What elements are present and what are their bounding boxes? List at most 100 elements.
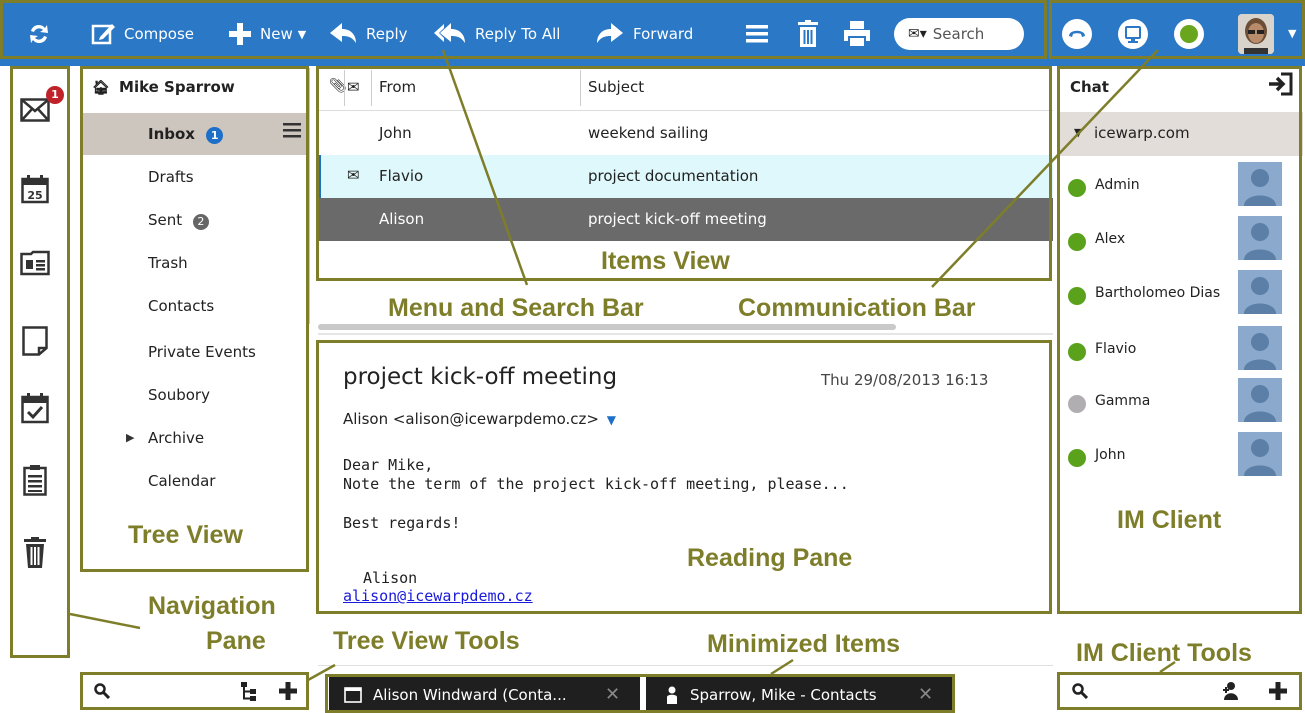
chat-search-button[interactable] (1072, 683, 1089, 703)
search-input[interactable]: ✉▾ Search (894, 18, 1024, 50)
tree-add-button[interactable] (278, 681, 298, 705)
notes-nav-button[interactable] (22, 326, 48, 360)
forward-icon (597, 23, 623, 43)
delete-button[interactable] (797, 19, 819, 49)
tree-item-private-events[interactable]: Private Events (148, 343, 256, 361)
calendar-icon: 25 (21, 175, 49, 204)
tasks-nav-button[interactable] (21, 392, 49, 428)
minimized-item[interactable]: Alison Windward (Conta... ✕ (329, 676, 640, 713)
tree-item-soubory[interactable]: Soubory (148, 386, 210, 404)
folder-menu-icon[interactable] (283, 122, 301, 142)
signature-name: Alison (363, 569, 418, 587)
column-header-subject[interactable]: Subject (588, 78, 644, 96)
contact-avatar (1238, 270, 1282, 314)
expand-arrow-icon[interactable]: ▶ (126, 431, 134, 444)
chat-contact[interactable]: Flavio (1058, 324, 1303, 374)
row-from: Flavio (379, 167, 424, 185)
contact-name: Alex (1095, 231, 1126, 247)
print-button[interactable] (843, 19, 871, 49)
tree-item-trash[interactable]: Trash (148, 254, 188, 272)
tree-item-archive[interactable]: Archive (148, 429, 204, 447)
close-icon[interactable]: ✕ (605, 684, 620, 705)
table-row[interactable]: John weekend sailing (318, 112, 1053, 155)
minimized-divider (318, 665, 1053, 666)
tree-structure-button[interactable] (240, 681, 258, 705)
menu-and-search-bar: Compose New ▼ Reply Reply To All Forward (0, 0, 1305, 66)
phone-button[interactable] (1062, 19, 1092, 49)
avatar[interactable] (1238, 14, 1274, 54)
signature-email-link[interactable]: alison@icewarpdemo.cz (343, 587, 533, 605)
contact-avatar (1238, 432, 1282, 476)
column-header-from[interactable]: From (379, 78, 416, 96)
chat-contact[interactable]: Admin (1058, 160, 1303, 210)
items-header (318, 66, 1053, 111)
mail-scope-icon[interactable]: ✉▾ (908, 26, 927, 42)
new-button[interactable]: New ▼ (228, 19, 306, 49)
chat-contact[interactable]: Alex (1058, 214, 1303, 264)
contact-name: Admin (1095, 177, 1140, 193)
online-status-icon (1068, 343, 1086, 361)
close-icon[interactable]: ✕ (918, 684, 933, 705)
unread-mail-icon: ✉ (347, 166, 360, 184)
screen-share-button[interactable] (1118, 19, 1148, 49)
mail-badge: 1 (46, 86, 64, 104)
refresh-button[interactable] (26, 19, 52, 49)
tree-account[interactable]: 🏠︎ Mike Sparrow (92, 78, 235, 96)
row-from: John (379, 124, 412, 142)
tree-scrollbar[interactable] (307, 68, 310, 324)
tree-item-inbox[interactable]: Inbox 1 (148, 125, 224, 144)
tree-item-calendar[interactable]: Calendar (148, 472, 215, 490)
message-sender[interactable]: Alison <alison@icewarpdemo.cz> ▼ (343, 410, 616, 428)
annotation-im-client: IM Client (1117, 506, 1222, 534)
contacts-nav-button[interactable] (20, 250, 50, 280)
tree-view-tools (80, 674, 308, 709)
notes-icon (22, 326, 48, 356)
chat-add-button[interactable] (1268, 681, 1288, 705)
add-contact-button[interactable] (1222, 681, 1242, 705)
online-status-icon (1068, 233, 1086, 251)
journal-nav-button[interactable] (23, 464, 47, 500)
plus-icon (279, 682, 297, 700)
column-divider (371, 70, 372, 106)
chat-logout-button[interactable] (1267, 72, 1293, 100)
tree-item-label: Drafts (148, 168, 194, 186)
status-icon (1180, 25, 1198, 43)
chat-contact[interactable]: Bartholomeo Dias (1058, 268, 1303, 318)
items-horizontal-scrollbar[interactable] (318, 324, 896, 330)
chevron-down-icon[interactable]: ▼ (607, 413, 616, 427)
calendar-nav-button[interactable]: 25 (21, 174, 49, 208)
tree-item-label: Calendar (148, 472, 216, 490)
chat-group-name: icewarp.com (1094, 124, 1190, 142)
chat-group-header[interactable]: ▼ icewarp.com (1058, 112, 1303, 156)
status-button[interactable] (1174, 19, 1204, 49)
table-row-selected[interactable]: Alison project kick-off meeting (318, 198, 1053, 241)
contact-avatar (1238, 162, 1282, 206)
inbox-badge: 1 (206, 127, 224, 144)
forward-label: Forward (633, 25, 694, 43)
tree-item-drafts[interactable]: Drafts (148, 168, 194, 186)
tree-search-button[interactable] (94, 683, 111, 703)
menu-button[interactable] (745, 19, 769, 49)
pane-divider[interactable] (318, 333, 1053, 335)
chat-contact[interactable]: Gamma (1058, 376, 1303, 426)
reply-button[interactable]: Reply (328, 19, 408, 49)
trash-nav-button[interactable] (23, 537, 47, 573)
tree-item-sent[interactable]: Sent 2 (148, 211, 209, 230)
column-divider (580, 70, 581, 106)
mail-nav-button[interactable]: 1 (20, 86, 64, 126)
compose-button[interactable]: Compose (90, 19, 194, 49)
chat-contact[interactable]: John (1058, 430, 1303, 480)
tree-item-label: Archive (148, 429, 205, 447)
row-subject: project documentation (588, 167, 759, 185)
table-row[interactable]: ✉ Flavio project documentation (318, 155, 1053, 198)
contacts-icon (20, 250, 50, 276)
minimized-item[interactable]: Sparrow, Mike - Contacts ✕ (646, 676, 952, 713)
forward-button[interactable]: Forward (595, 19, 693, 49)
tree-item-contacts[interactable]: Contacts (148, 297, 214, 315)
collapse-arrow-icon: ▼ (1074, 126, 1083, 139)
tree-item-label: Sent (148, 211, 183, 229)
read-status-column-icon[interactable]: ✉ (347, 78, 360, 96)
reply-all-button[interactable]: Reply To All (433, 19, 560, 49)
contact-name: Bartholomeo Dias (1095, 285, 1221, 301)
avatar-menu-chevron-icon[interactable]: ▼ (1288, 27, 1296, 40)
